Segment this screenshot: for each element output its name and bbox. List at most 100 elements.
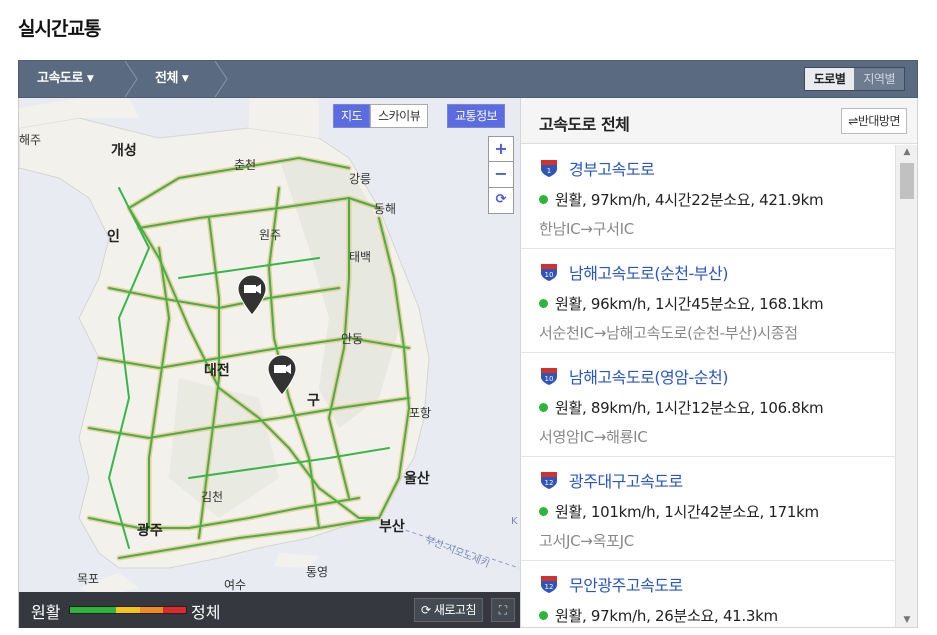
route-name-link[interactable]: 무안광주고속도로 xyxy=(569,572,683,596)
map-label: 개성 xyxy=(111,143,137,159)
refresh-button[interactable]: ⟳ 새로고침 xyxy=(413,598,483,622)
page-title: 실시간교통 xyxy=(18,18,101,40)
reset-rotation-button[interactable]: ⟳ xyxy=(488,188,514,214)
route-name-link[interactable]: 광주대구고속도로 xyxy=(569,468,683,492)
map-label: 동해 xyxy=(374,202,397,216)
route-status-text: 원활, 89km/h, 1시간12분소요, 106.8km xyxy=(555,399,824,417)
expressway-shield-icon: 12 xyxy=(541,576,557,593)
zoom-in-button[interactable]: + xyxy=(488,136,514,162)
reverse-direction-button[interactable]: ⇌반대방면 xyxy=(841,108,907,134)
route-status-text: 원활, 101km/h, 1시간42분소요, 171km xyxy=(555,503,819,521)
road-type-dropdown[interactable]: 고속도로 ▼ xyxy=(37,61,94,97)
refresh-icon: ⟳ xyxy=(420,603,431,617)
route-name-link[interactable]: 남해고속도로(영암-순천) xyxy=(569,364,728,388)
expand-icon: ⛶ xyxy=(498,603,508,617)
traffic-overlay-group: 교통정보 xyxy=(447,104,506,128)
legend-color-segment xyxy=(93,607,117,613)
map-label: 대전 xyxy=(204,363,230,379)
legend-congested-label: 정체 xyxy=(191,603,221,622)
status-dot-icon xyxy=(539,299,548,308)
scroll-down-arrow-icon[interactable]: ▼ xyxy=(896,615,917,625)
scroll-up-arrow-icon[interactable]: ▲ xyxy=(896,147,917,157)
expressway-shield-icon: 12 xyxy=(541,472,557,489)
map-type-group: 지도 스카이뷰 xyxy=(333,104,429,128)
scrollbar-thumb[interactable] xyxy=(900,163,914,199)
map-bottom-bar: 원활 정체 ⟳ 새로고침 ⛶ xyxy=(19,592,520,628)
expressway-shield-icon: 10 xyxy=(541,264,557,281)
legend-color-segment xyxy=(116,607,140,613)
route-item[interactable]: 10 남해고속도로(순천-부산) 원활, 96km/h, 1시간45분소요, 168… xyxy=(521,249,895,353)
route-status-row: 원활, 97km/h, 4시간22분소요, 421.9km xyxy=(539,189,895,210)
route-label: 전체 xyxy=(155,71,178,86)
map-label: 울산 xyxy=(404,471,430,487)
route-item[interactable]: 10 남해고속도로(영암-순천) 원활, 89km/h, 1시간12분소요, 106… xyxy=(521,353,895,457)
status-dot-icon xyxy=(539,611,548,620)
route-section-text: 한남IC→구서IC xyxy=(539,220,634,238)
route-status-text: 원활, 96km/h, 1시간45분소요, 168.1km xyxy=(555,295,824,313)
traffic-info-button[interactable]: 교통정보 xyxy=(447,104,506,128)
route-status-row: 원활, 101km/h, 1시간42분소요, 171km xyxy=(539,501,895,522)
route-item[interactable]: 12 광주대구고속도로 원활, 101km/h, 1시간42분소요, 171km 고서… xyxy=(521,457,895,561)
filter-toolbar: 고속도로 ▼ 전체 ▼ 도로별 지역별 xyxy=(18,60,918,98)
route-status-text: 원활, 97km/h, 26분소요, 41.3km xyxy=(555,607,778,625)
shield-number: 1 xyxy=(547,167,551,175)
expressway-shield-icon: 10 xyxy=(541,368,557,385)
fullscreen-button[interactable]: ⛶ xyxy=(491,598,515,622)
map-label: 강릉 xyxy=(349,172,372,186)
map-label: 태백 xyxy=(349,250,372,264)
map-label: 해주 xyxy=(19,133,42,147)
route-item[interactable]: 12 무안광주고속도로원활, 97km/h, 26분소요, 41.3km xyxy=(521,561,895,627)
caret-down-icon: ▼ xyxy=(86,74,94,84)
map-label: 인 xyxy=(107,229,120,245)
status-dot-icon xyxy=(539,403,548,412)
map-label: 여수 xyxy=(224,578,247,592)
view-by-region-button[interactable]: 지역별 xyxy=(854,68,904,90)
view-by-road-button[interactable]: 도로별 xyxy=(804,68,855,90)
status-dot-icon xyxy=(539,507,548,516)
cctv-marker-icon[interactable] xyxy=(235,274,269,316)
route-list: 1 경부고속도로원활, 97km/h, 4시간22분소요, 421.9km 한남IC… xyxy=(521,145,895,627)
route-name-link[interactable]: 경부고속도로 xyxy=(569,156,655,180)
panel-header: 고속도로 전체 ⇌반대방면 xyxy=(521,98,917,144)
zoom-out-button[interactable]: − xyxy=(488,162,514,188)
route-section-text: 서순천IC→남해고속도로(순천-부산)시종점 xyxy=(539,324,798,342)
legend-color-segment xyxy=(70,607,94,613)
scrollbar[interactable]: ▲ ▼ xyxy=(895,145,917,627)
route-list-panel: 고속도로 전체 ⇌반대방면 1 경부고속도로원활, 97km/h, 4시간22분소… xyxy=(520,98,918,628)
map-type-normal-button[interactable]: 지도 xyxy=(333,104,371,128)
shield-number: 10 xyxy=(545,375,554,383)
breadcrumb-separator xyxy=(125,61,138,97)
route-name-row: 12 무안광주고속도로 xyxy=(539,573,895,595)
route-name-link[interactable]: 남해고속도로(순천-부산) xyxy=(569,260,728,284)
view-toggle: 도로별 지역별 xyxy=(803,67,905,91)
breadcrumb-separator xyxy=(215,61,228,97)
panel-title: 고속도로 전체 xyxy=(539,115,630,134)
shield-number: 12 xyxy=(545,479,554,487)
route-status-text: 원활, 97km/h, 4시간22분소요, 421.9km xyxy=(555,191,824,209)
traffic-map[interactable]: 해주 개성 춘천 강릉 동해 원주 인 태백 안동 대전 구 포항 울산 김천 … xyxy=(18,98,520,628)
shield-number: 10 xyxy=(545,271,554,279)
map-label: 안동 xyxy=(341,332,364,346)
expressway-shield-icon: 1 xyxy=(541,160,557,177)
map-label: 부산 xyxy=(379,519,405,535)
route-name-row: 10 남해고속도로(영암-순천) xyxy=(539,365,895,387)
route-name-row: 12 광주대구고속도로 xyxy=(539,469,895,491)
shield-number: 12 xyxy=(545,583,554,591)
legend-smooth-label: 원활 xyxy=(31,603,61,622)
reverse-direction-label: 반대방면 xyxy=(857,114,901,128)
cctv-marker-icon[interactable] xyxy=(265,354,299,396)
map-label: 광주 xyxy=(137,523,163,539)
status-dot-icon xyxy=(539,195,548,204)
map-label: 김천 xyxy=(201,490,224,504)
route-name-row: 10 남해고속도로(순천-부산) xyxy=(539,261,895,283)
map-label: 춘천 xyxy=(234,158,257,172)
map-label: 통영 xyxy=(306,565,329,579)
caret-down-icon: ▼ xyxy=(181,74,189,84)
map-label: 구 xyxy=(307,393,320,409)
route-item[interactable]: 1 경부고속도로원활, 97km/h, 4시간22분소요, 421.9km 한남IC… xyxy=(521,145,895,249)
map-type-skyview-button[interactable]: 스카이뷰 xyxy=(370,104,429,128)
refresh-label: 새로고침 xyxy=(433,603,477,617)
route-dropdown[interactable]: 전체 ▼ xyxy=(155,61,189,97)
rotate-icon: ⟳ xyxy=(495,192,507,207)
map-label: 원주 xyxy=(259,228,282,242)
